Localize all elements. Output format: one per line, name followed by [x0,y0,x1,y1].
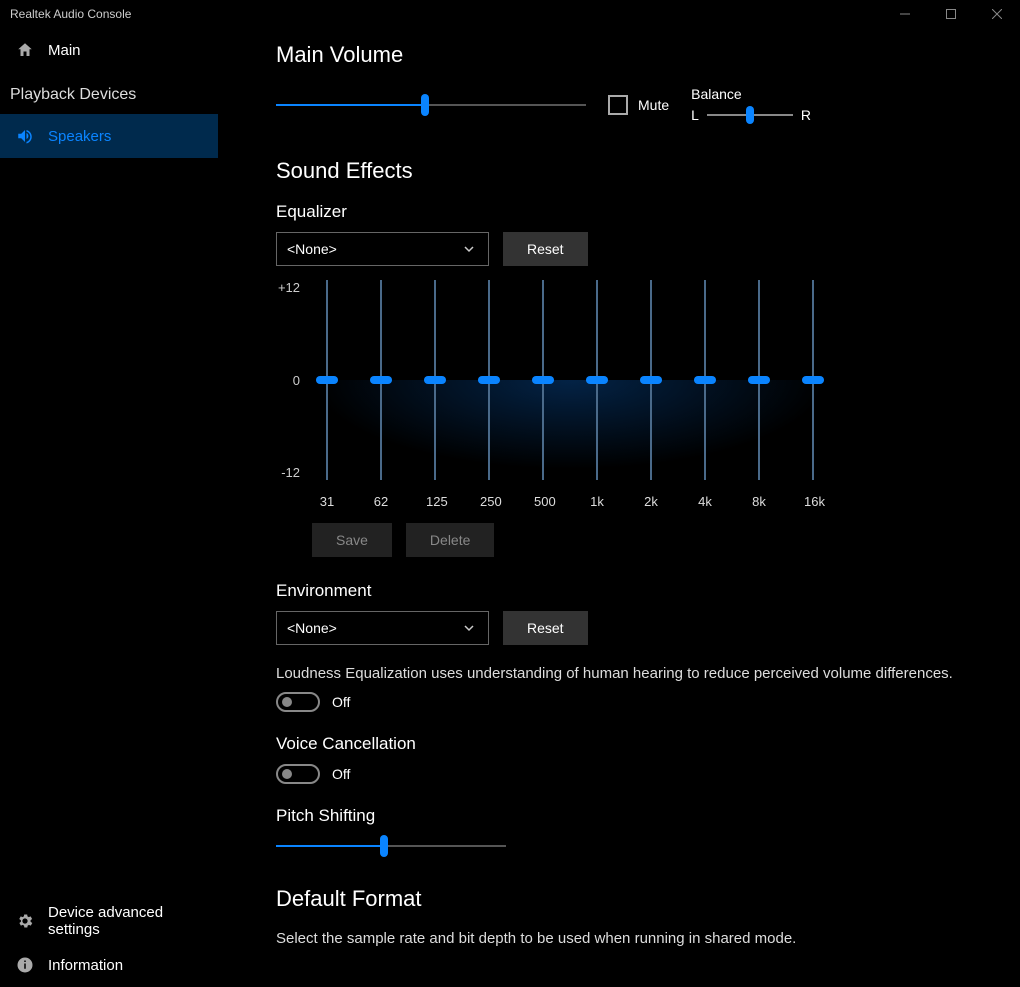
eq-band-125[interactable] [426,280,444,480]
eq-freq-label: 2k [642,494,660,509]
equalizer-label: Equalizer [276,202,996,222]
nav-main[interactable]: Main [0,28,218,72]
voice-cancellation-label: Voice Cancellation [276,734,996,754]
eq-y-mid: 0 [276,373,300,388]
eq-freq-label: 62 [372,494,390,509]
eq-band-1k[interactable] [588,280,606,480]
main-volume-title: Main Volume [276,42,996,68]
environment-label: Environment [276,581,996,601]
eq-freq-label: 500 [534,494,552,509]
window-title: Realtek Audio Console [10,7,131,21]
equalizer-preset-value: <None> [287,241,337,257]
default-format-title: Default Format [276,886,996,912]
nav-main-label: Main [48,42,81,59]
equalizer-delete-button[interactable]: Delete [406,523,494,557]
eq-band-4k[interactable] [696,280,714,480]
eq-freq-label: 31 [318,494,336,509]
eq-freq-label: 1k [588,494,606,509]
voice-cancellation-state: Off [332,766,350,782]
eq-freq-label: 125 [426,494,444,509]
balance-slider[interactable] [707,106,793,124]
loudness-state: Off [332,694,350,710]
speaker-icon [16,127,34,145]
eq-band-250[interactable] [480,280,498,480]
window-controls [882,0,1020,28]
equalizer-reset-button[interactable]: Reset [503,232,588,266]
eq-band-31[interactable] [318,280,336,480]
eq-y-bot: -12 [276,465,300,480]
eq-band-62[interactable] [372,280,390,480]
main-volume-slider[interactable] [276,95,586,115]
close-button[interactable] [974,0,1020,28]
chevron-down-icon [460,619,478,637]
eq-band-500[interactable] [534,280,552,480]
environment-reset-button[interactable]: Reset [503,611,588,645]
eq-y-top: +12 [276,280,300,295]
pitch-shifting-slider[interactable] [276,836,506,856]
sound-effects-title: Sound Effects [276,158,996,184]
environment-preset-value: <None> [287,620,337,636]
equalizer-save-button[interactable]: Save [312,523,392,557]
eq-band-2k[interactable] [642,280,660,480]
eq-band-8k[interactable] [750,280,768,480]
playback-devices-header: Playback Devices [0,72,218,114]
loudness-description: Loudness Equalization uses understanding… [276,665,996,682]
maximize-button[interactable] [928,0,974,28]
nav-advanced-label: Device advanced settings [48,904,202,938]
mute-checkbox[interactable] [608,95,628,115]
nav-speakers-label: Speakers [48,128,111,145]
equalizer-sliders [312,280,828,480]
minimize-button[interactable] [882,0,928,28]
balance-right-label: R [801,107,811,123]
eq-freq-label: 250 [480,494,498,509]
nav-speakers[interactable]: Speakers [0,114,218,158]
nav-advanced-settings[interactable]: Device advanced settings [0,899,218,943]
gear-icon [16,912,34,930]
nav-information[interactable]: Information [0,943,218,987]
eq-band-16k[interactable] [804,280,822,480]
environment-preset-dropdown[interactable]: <None> [276,611,489,645]
home-icon [16,41,34,59]
eq-freq-label: 16k [804,494,822,509]
eq-freq-label: 8k [750,494,768,509]
voice-cancellation-toggle[interactable] [276,764,320,784]
loudness-toggle[interactable] [276,692,320,712]
pitch-shifting-label: Pitch Shifting [276,806,996,826]
info-icon [16,956,34,974]
equalizer-preset-dropdown[interactable]: <None> [276,232,489,266]
mute-label: Mute [638,97,669,113]
balance-label: Balance [691,86,811,102]
chevron-down-icon [460,240,478,258]
nav-info-label: Information [48,957,123,974]
default-format-description: Select the sample rate and bit depth to … [276,930,996,947]
eq-freq-label: 4k [696,494,714,509]
balance-left-label: L [691,107,699,123]
